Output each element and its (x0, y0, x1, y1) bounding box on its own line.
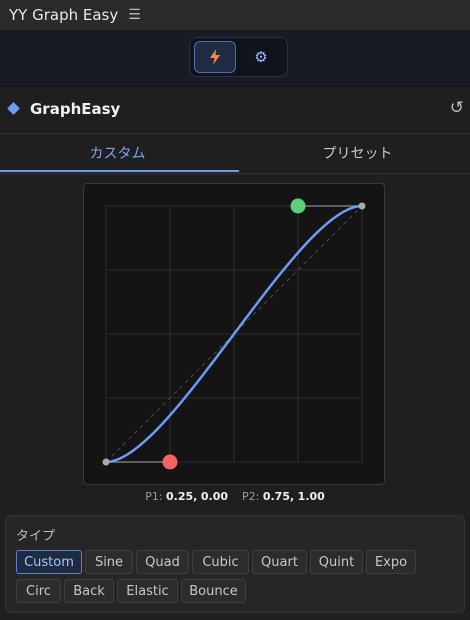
tab-bar: カスタム プリセット (0, 133, 470, 174)
end-point (358, 202, 366, 210)
control-point-readout: P1: 0.25, 0.00 P2: 0.75, 1.00 (145, 490, 325, 503)
refresh-icon[interactable]: ↺ (450, 98, 464, 118)
p1-y-value: 0.00 (200, 490, 228, 503)
lightning-mode-button[interactable] (194, 41, 236, 73)
type-chip-circ[interactable]: Circ (16, 579, 61, 603)
start-point (102, 458, 110, 466)
bezier-graph-canvas[interactable] (84, 184, 384, 484)
type-panel: タイプ Custom Sine Quad Cubic Quart Quint E… (5, 515, 465, 613)
bezier-graph (83, 183, 385, 485)
panel-header: GraphEasy ↺ (0, 87, 470, 134)
type-chip-back[interactable]: Back (64, 579, 114, 603)
type-chip-custom[interactable]: Custom (16, 550, 82, 574)
type-chip-quart[interactable]: Quart (252, 550, 307, 574)
p2-x-value: 0.75 (262, 490, 290, 503)
active-tab-indicator (0, 170, 239, 172)
p1-control-handle[interactable] (162, 454, 178, 470)
toolbar: ⚙ (0, 30, 470, 87)
gear-icon: ⚙ (254, 48, 268, 66)
type-chip-quint[interactable]: Quint (310, 550, 363, 574)
type-chip-bounce[interactable]: Bounce (181, 579, 246, 603)
p1-label: P1: (145, 490, 163, 503)
type-chip-elastic[interactable]: Elastic (117, 579, 178, 603)
title-bar: YY Graph Easy ☰ (0, 0, 470, 31)
hamburger-icon[interactable]: ☰ (128, 7, 141, 23)
panel-title: GraphEasy (30, 100, 121, 118)
mode-switch: ⚙ (189, 37, 288, 77)
type-chip-cubic[interactable]: Cubic (192, 550, 249, 574)
app-title: YY Graph Easy (9, 6, 119, 24)
settings-mode-button[interactable]: ⚙ (240, 41, 282, 73)
p2-y-value: 1.00 (297, 490, 325, 503)
lightning-icon (210, 49, 220, 65)
type-chip-expo[interactable]: Expo (366, 550, 416, 574)
type-chip-quad[interactable]: Quad (136, 550, 189, 574)
tab-custom[interactable]: カスタム (0, 133, 235, 173)
p1-x-value: 0.25 (166, 490, 194, 503)
type-chip-sine[interactable]: Sine (85, 550, 133, 574)
p2-label: P2: (242, 490, 260, 503)
p2-control-handle[interactable] (290, 198, 306, 214)
diamond-icon (7, 102, 20, 115)
tab-preset[interactable]: プリセット (240, 133, 470, 173)
type-label: タイプ (16, 529, 56, 544)
